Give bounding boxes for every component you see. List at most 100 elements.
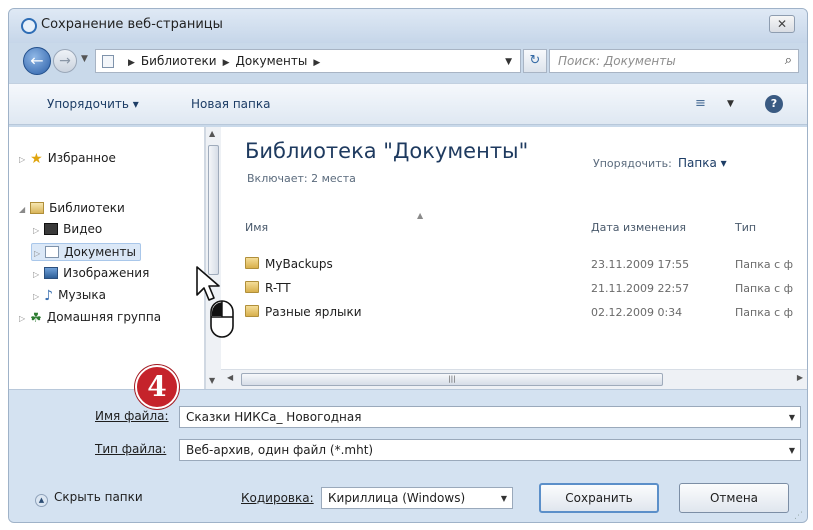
collapse-up-icon: ▲: [35, 494, 48, 507]
sidebar-item-label: Библиотеки: [49, 201, 125, 215]
star-icon: ★: [30, 151, 43, 167]
breadcrumb-separator-icon[interactable]: ▶: [307, 58, 326, 68]
step-number-badge: 4: [135, 365, 179, 409]
breadcrumb-separator-icon[interactable]: ▶: [217, 58, 236, 68]
chevron-down-icon[interactable]: ▼: [501, 494, 507, 503]
document-icon: [45, 246, 60, 258]
expand-icon[interactable]: ▷: [34, 249, 40, 258]
navigation-scrollbar[interactable]: ▲ ▼: [205, 127, 221, 389]
scroll-down-icon[interactable]: ▼: [209, 376, 215, 385]
history-dropdown-icon[interactable]: ▼: [81, 54, 88, 64]
new-folder-button[interactable]: Новая папка: [191, 97, 270, 111]
sidebar-item-images[interactable]: ▷ Изображения: [33, 266, 149, 280]
sidebar-item-music[interactable]: ▷ ♪ Музыка: [33, 288, 106, 304]
filetype-select[interactable]: Веб-архив, один файл (*.mht) ▼: [179, 439, 801, 461]
view-options-icon[interactable]: ≡: [695, 96, 706, 111]
file-name: MyBackups: [245, 257, 333, 271]
command-bar: Упорядочить ▾ Новая папка ≡ ▼ ?: [9, 83, 807, 125]
filename-label: Имя файла:: [95, 409, 169, 423]
sidebar-item-video[interactable]: ▷ Видео: [33, 222, 102, 236]
chevron-down-icon[interactable]: ▼: [789, 446, 795, 455]
video-icon: [44, 223, 59, 235]
breadcrumb: ▶ Библиотеки ▶ Документы ▶: [122, 54, 326, 68]
music-icon: ♪: [44, 288, 54, 304]
arrange-by-label: Упорядочить:: [593, 157, 672, 170]
filetype-label: Тип файла:: [95, 442, 167, 456]
file-type: Папка с ф: [735, 282, 794, 295]
breadcrumb-separator-icon[interactable]: ▶: [122, 58, 141, 68]
expand-icon[interactable]: ▷: [33, 292, 39, 301]
search-input[interactable]: [556, 53, 766, 69]
title-bar: Сохранение веб-страницы ✕: [9, 9, 807, 43]
expand-icon[interactable]: ▷: [19, 314, 25, 323]
view-dropdown-icon[interactable]: ▼: [727, 99, 734, 109]
sidebar-item-label: Избранное: [47, 151, 116, 165]
encoding-label: Кодировка:: [241, 491, 314, 505]
arrange-by-dropdown[interactable]: Папка ▾: [678, 156, 727, 170]
file-list-scrollbar[interactable]: ◀ ||| ▶: [221, 369, 807, 389]
sidebar-item-libraries[interactable]: ◢ Библиотеки: [19, 201, 125, 215]
save-button[interactable]: Сохранить: [539, 483, 659, 513]
expand-icon[interactable]: ▷: [33, 270, 39, 279]
column-header-type[interactable]: Тип: [735, 221, 756, 234]
scroll-up-icon[interactable]: ▲: [209, 129, 215, 138]
breadcrumb-libraries[interactable]: Библиотеки: [141, 54, 217, 68]
breadcrumb-documents[interactable]: Документы: [236, 54, 308, 68]
file-row[interactable]: R-TT 21.11.2009 22:57 Папка с ф: [245, 279, 805, 299]
location-icon: [102, 55, 114, 68]
cancel-button[interactable]: Отмена: [679, 483, 789, 513]
folder-icon: [245, 305, 259, 317]
sidebar-item-label: Изображения: [63, 266, 150, 280]
file-row[interactable]: Разные ярлыки 02.12.2009 0:34 Папка с ф: [245, 303, 805, 323]
search-icon[interactable]: ⌕: [785, 53, 792, 68]
forward-button[interactable]: →: [53, 49, 77, 73]
filename-field[interactable]: Сказки НИКСа_ Новогодная: [186, 410, 361, 424]
file-list-pane: Библиотека "Документы" Включает: 2 места…: [221, 127, 807, 389]
scroll-left-icon[interactable]: ◀: [227, 373, 233, 382]
image-icon: [44, 267, 59, 279]
library-locations-link[interactable]: Включает: 2 места: [247, 172, 356, 185]
search-box[interactable]: ⌕: [549, 49, 799, 73]
hide-folders-button[interactable]: ▲ Скрыть папки: [35, 490, 143, 507]
collapse-icon[interactable]: ◢: [19, 205, 25, 214]
encoding-select[interactable]: Кириллица (Windows) ▼: [321, 487, 513, 509]
file-type: Папка с ф: [735, 306, 794, 319]
resize-grip-icon[interactable]: ⋰: [794, 511, 803, 521]
address-bar[interactable]: ▶ Библиотеки ▶ Документы ▶ ▼: [95, 49, 521, 73]
sidebar-item-documents[interactable]: ▷ Документы: [31, 243, 141, 261]
scrollbar-thumb[interactable]: [208, 145, 219, 275]
help-button[interactable]: ?: [765, 95, 783, 113]
sidebar-item-label: Музыка: [58, 288, 107, 302]
navigation-bar: ← → ▼ ▶Библиотеки▶Документы▶ ▼ ↻ ⌕: [9, 43, 807, 81]
filename-combobox[interactable]: Сказки НИКСа_ Новогодная ▼: [179, 406, 801, 428]
refresh-button[interactable]: ↻: [523, 49, 547, 73]
file-name: R-TT: [245, 281, 291, 295]
navigation-pane: ▷ ★ Избранное ◢ Библиотеки ▷ Видео ▷ Документ…: [9, 127, 205, 389]
sidebar-item-label: Видео: [63, 222, 103, 236]
library-icon: [30, 202, 45, 214]
organize-button[interactable]: Упорядочить ▾: [47, 97, 139, 111]
sort-indicator-icon: ▲: [417, 211, 424, 220]
back-button[interactable]: ←: [23, 47, 51, 75]
scroll-right-icon[interactable]: ▶: [797, 373, 803, 382]
expand-icon[interactable]: ▷: [19, 155, 25, 164]
file-name: Разные ярлыки: [245, 305, 362, 319]
chevron-down-icon[interactable]: ▼: [789, 413, 795, 422]
address-dropdown-icon[interactable]: ▼: [505, 57, 512, 67]
save-dialog: Сохранение веб-страницы ✕ ← → ▼ ▶ Библиот…: [8, 8, 808, 523]
column-header-name[interactable]: Имя: [245, 221, 268, 234]
homegroup-icon: ☘: [30, 311, 42, 326]
sidebar-item-favorites[interactable]: ▷ ★ Избранное: [19, 151, 116, 167]
file-date: 02.12.2009 0:34: [591, 306, 683, 319]
browser-icon: [21, 18, 37, 34]
sidebar-item-label: Домашняя группа: [46, 310, 162, 324]
scrollbar-thumb[interactable]: |||: [241, 373, 663, 386]
save-options-panel: Имя файла: Сказки НИКСа_ Новогодная ▼ Ти…: [9, 389, 807, 522]
close-button[interactable]: ✕: [769, 15, 795, 33]
filetype-value: Веб-архив, один файл (*.mht): [186, 443, 374, 457]
sidebar-item-homegroup[interactable]: ▷ ☘ Домашняя группа: [19, 310, 161, 326]
file-type: Папка с ф: [735, 258, 794, 271]
column-header-date[interactable]: Дата изменения: [591, 221, 686, 234]
expand-icon[interactable]: ▷: [33, 226, 39, 235]
file-row[interactable]: MyBackups 23.11.2009 17:55 Папка с ф: [245, 255, 805, 275]
